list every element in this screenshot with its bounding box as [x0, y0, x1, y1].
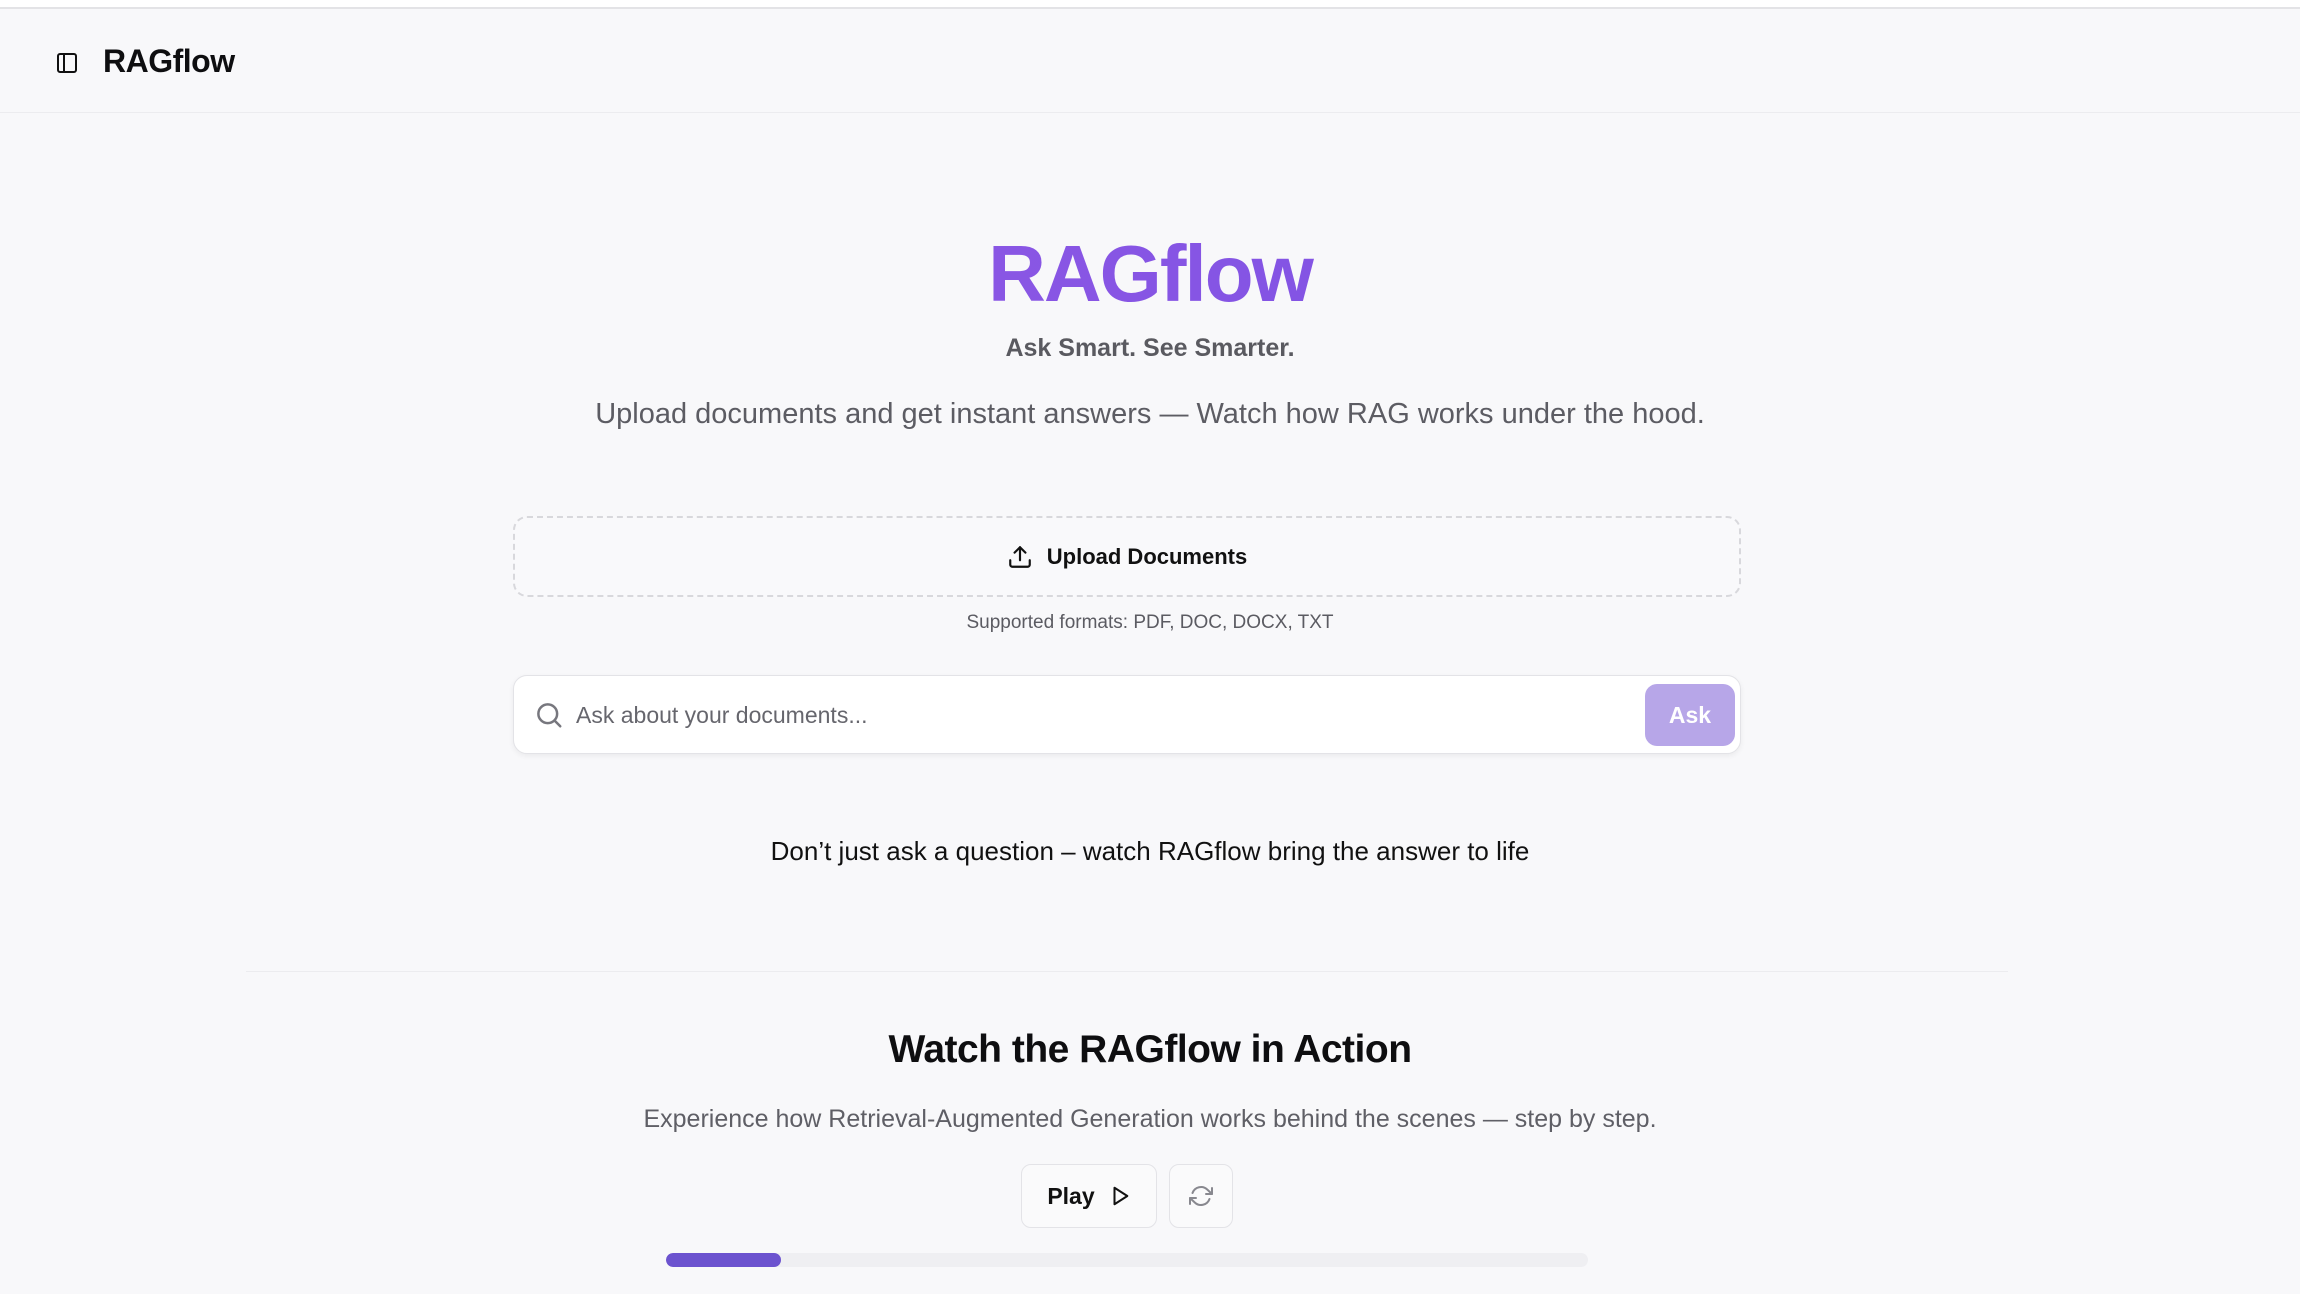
search-icon: [537, 703, 562, 728]
section-divider: [246, 971, 2008, 972]
reset-button[interactable]: [1169, 1164, 1233, 1228]
upload-icon: [1008, 545, 1031, 568]
window-top-edge: [0, 0, 2300, 9]
play-button[interactable]: Play: [1021, 1164, 1157, 1228]
play-icon: [1113, 1186, 1128, 1206]
sidebar-toggle-icon: [57, 53, 77, 73]
app-header: RAGflow: [0, 9, 2300, 113]
upload-label: Upload Documents: [1046, 543, 1248, 569]
hero-title: RAGflow: [0, 228, 2300, 320]
ask-button[interactable]: Ask: [1645, 684, 1735, 746]
search-bar: Ask: [513, 675, 1741, 754]
cta-text: Don’t just ask a question – watch RAGflo…: [770, 836, 1530, 866]
hero-tagline: Ask Smart. See Smarter.: [1005, 334, 1295, 362]
demo-section-title: Watch the RAGflow in Action: [888, 1028, 1412, 1071]
demo-progress-fill: [666, 1253, 782, 1267]
search-input[interactable]: [576, 690, 1576, 740]
demo-progress-bar: [666, 1253, 1588, 1267]
refresh-icon: [1189, 1186, 1213, 1206]
sidebar-toggle-button[interactable]: [53, 49, 81, 77]
demo-section-description: Experience how Retrieval-Augmented Gener…: [643, 1105, 1657, 1133]
play-label: Play: [1047, 1182, 1095, 1209]
upload-documents-button[interactable]: Upload Documents: [513, 516, 1741, 597]
hero-description: Upload documents and get instant answers…: [595, 398, 1705, 430]
supported-formats-note: Supported formats: PDF, DOC, DOCX, TXT: [966, 612, 1334, 633]
header-title: RAGflow: [103, 43, 235, 79]
